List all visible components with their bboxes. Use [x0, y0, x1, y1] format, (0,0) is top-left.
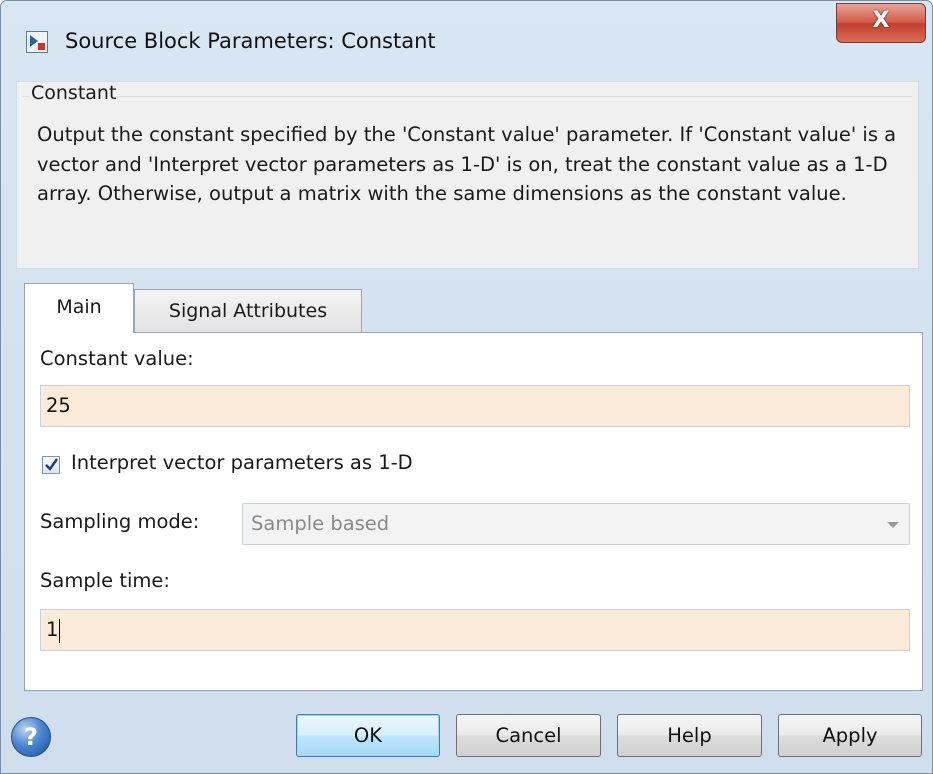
dialog-window: Source Block Parameters: Constant X Cons… — [0, 0, 933, 774]
main-tab-panel: Constant value: 25 Interpret vector para… — [24, 332, 923, 691]
constant-value-label: Constant value: — [40, 347, 194, 370]
simulink-block-icon — [26, 31, 48, 53]
checkmark-icon — [45, 458, 58, 471]
help-icon[interactable]: ? — [11, 717, 51, 757]
chevron-down-icon — [887, 522, 899, 528]
ok-button[interactable]: OK — [296, 714, 440, 757]
tab-signal-attributes[interactable]: Signal Attributes — [134, 289, 362, 333]
sample-time-input[interactable]: 1 — [40, 609, 910, 651]
help-button[interactable]: Help — [617, 714, 762, 757]
description-group: Constant Output the constant specified b… — [16, 81, 919, 269]
block-description: Output the constant specified by the 'Co… — [37, 123, 897, 205]
sample-time-label: Sample time: — [40, 569, 170, 592]
text-cursor — [59, 618, 61, 643]
window-title: Source Block Parameters: Constant — [65, 29, 436, 53]
tab-main[interactable]: Main — [24, 283, 134, 333]
group-title: Constant — [29, 82, 119, 104]
apply-button[interactable]: Apply — [778, 714, 922, 757]
sample-time-value: 1 — [46, 618, 59, 641]
sampling-mode-label: Sampling mode: — [40, 510, 200, 533]
cancel-button[interactable]: Cancel — [456, 714, 601, 757]
interpret-vector-checkbox[interactable] — [42, 456, 60, 474]
interpret-vector-label[interactable]: Interpret vector parameters as 1-D — [71, 451, 413, 474]
close-icon: X — [872, 8, 890, 33]
sampling-mode-value: Sample based — [251, 512, 390, 535]
title-bar[interactable]: Source Block Parameters: Constant X — [1, 1, 932, 81]
sampling-mode-select: Sample based — [242, 503, 910, 545]
close-button[interactable]: X — [836, 3, 926, 43]
constant-value-input[interactable]: 25 — [40, 385, 910, 427]
group-divider — [23, 96, 912, 97]
